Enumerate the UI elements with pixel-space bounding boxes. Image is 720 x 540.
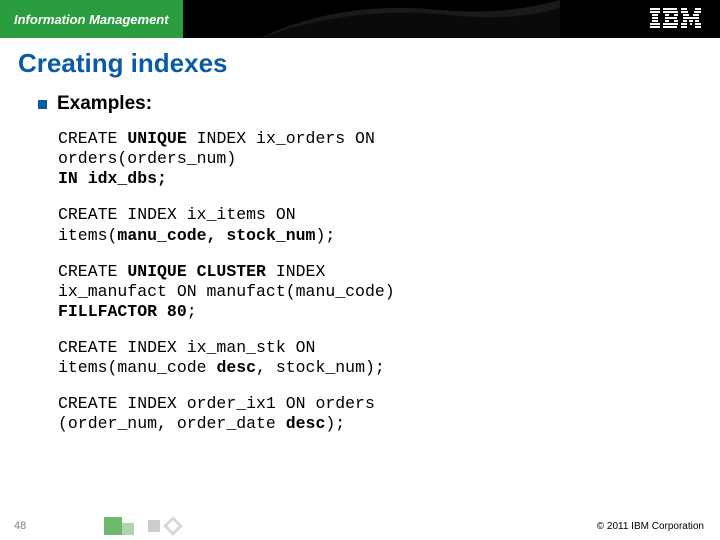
slide-content: Examples: CREATE UNIQUE INDEX ix_orders … bbox=[38, 93, 700, 435]
brand-label: Information Management bbox=[0, 0, 183, 38]
deco-square-icon bbox=[148, 520, 160, 532]
code-example-5: CREATE INDEX order_ix1 ON orders (order_… bbox=[58, 394, 700, 434]
code-example-3: CREATE UNIQUE CLUSTER INDEX ix_manufact … bbox=[58, 262, 700, 322]
code-example-1: CREATE UNIQUE INDEX ix_orders ON orders(… bbox=[58, 129, 700, 189]
deco-square-icon bbox=[104, 517, 122, 535]
bullet-text: Examples: bbox=[57, 93, 152, 115]
page-number: 48 bbox=[14, 520, 44, 532]
code-example-4: CREATE INDEX ix_man_stk ON items(manu_co… bbox=[58, 338, 700, 378]
header-swoosh-decoration bbox=[260, 0, 560, 38]
bullet-item: Examples: bbox=[38, 93, 700, 115]
deco-square-icon bbox=[122, 523, 134, 535]
header-bar: Information Management bbox=[0, 0, 720, 38]
slide-title: Creating indexes bbox=[18, 48, 720, 79]
deco-diamond-icon bbox=[163, 516, 183, 536]
copyright-text: © 2011 IBM Corporation bbox=[597, 521, 704, 532]
footer: 48 © 2011 IBM Corporation bbox=[0, 512, 720, 540]
square-bullet-icon bbox=[38, 100, 47, 109]
footer-decoration bbox=[104, 517, 186, 535]
code-example-2: CREATE INDEX ix_items ON items(manu_code… bbox=[58, 205, 700, 245]
ibm-logo bbox=[650, 8, 702, 28]
